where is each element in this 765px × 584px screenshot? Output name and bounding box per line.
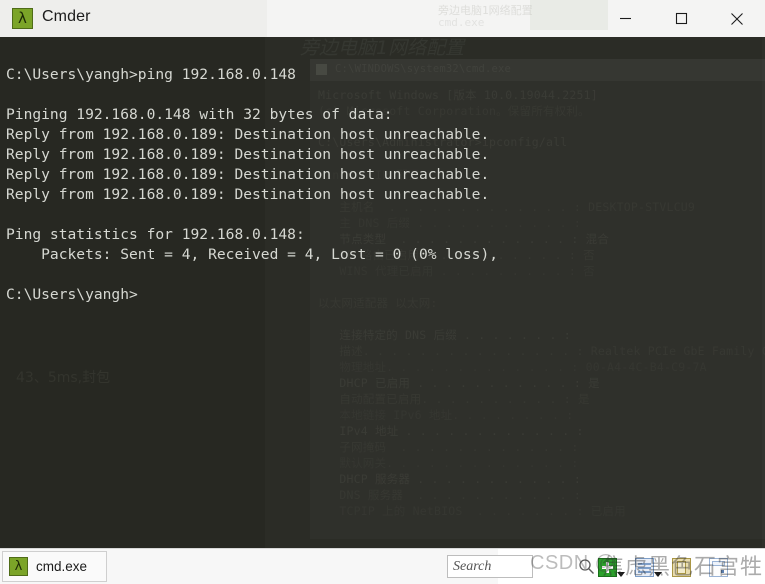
green-plus-icon (598, 557, 617, 577)
white-panel-icon (709, 557, 728, 577)
chevron-down-icon[interactable] (617, 572, 625, 577)
settings-button[interactable] (672, 554, 694, 580)
terminal-area[interactable]: 旁边电脑1网络配置 C:\WINDOWS\system32\cmd.exe 43… (0, 37, 765, 548)
search-icon[interactable] (578, 558, 595, 575)
minimize-button[interactable] (597, 0, 653, 37)
new-console-button[interactable] (598, 554, 625, 580)
lambda-glyph: λ (18, 9, 27, 27)
console-line: Pinging 192.168.0.148 with 32 bytes of d… (6, 106, 393, 123)
search-placeholder: Search (453, 558, 492, 574)
title-bar[interactable]: 旁边电脑1网络配置 cmd.exe λ Cmder (0, 0, 765, 37)
lambda-glyph: λ (14, 559, 23, 574)
console-line: Reply from 192.168.0.189: Destination ho… (6, 166, 490, 183)
minimize-icon (619, 17, 631, 20)
tab-cmd-exe[interactable]: λ cmd.exe (2, 551, 107, 582)
window-controls (597, 0, 765, 37)
search-input[interactable]: Search (447, 555, 533, 578)
tab-label: cmd.exe (36, 559, 88, 574)
console-line: Reply from 192.168.0.189: Destination ho… (6, 146, 490, 163)
layout-button[interactable] (709, 554, 731, 580)
lambda-icon: λ (9, 557, 28, 576)
cmder-window: 旁边电脑1网络配置 cmd.exe λ Cmder (0, 0, 765, 584)
console-line: Ping statistics for 192.168.0.148: (6, 226, 305, 243)
gold-book-icon (672, 557, 691, 577)
blue-list-icon (635, 557, 654, 577)
magnifier-glyph (579, 559, 594, 574)
console-line: Reply from 192.168.0.189: Destination ho… (6, 186, 490, 203)
close-button[interactable] (709, 0, 765, 37)
console-output: C:\Users\yangh>ping 192.168.0.148 Pingin… (0, 37, 765, 548)
status-toolbar (598, 553, 731, 581)
console-line: C:\Users\yangh> (6, 286, 138, 303)
lambda-icon: λ (12, 8, 33, 29)
window-title: Cmder (42, 8, 91, 25)
maximize-button[interactable] (653, 0, 709, 37)
console-line: C:\Users\yangh>ping 192.168.0.148 (6, 66, 296, 83)
status-bar: λ cmd.exe Search CSDN @ 焦虑黑色石宫牲 (0, 548, 765, 584)
console-line: Packets: Sent = 4, Received = 4, Lost = … (6, 246, 499, 263)
console-line: Reply from 192.168.0.189: Destination ho… (6, 126, 490, 143)
open-tabs-button[interactable] (635, 554, 662, 580)
console-line-list: C:\Users\yangh>ping 192.168.0.148 Pingin… (6, 65, 765, 305)
title-bar-left-region (0, 0, 267, 37)
chevron-down-icon[interactable] (654, 572, 662, 577)
maximize-icon (675, 12, 687, 25)
close-icon (731, 12, 743, 25)
